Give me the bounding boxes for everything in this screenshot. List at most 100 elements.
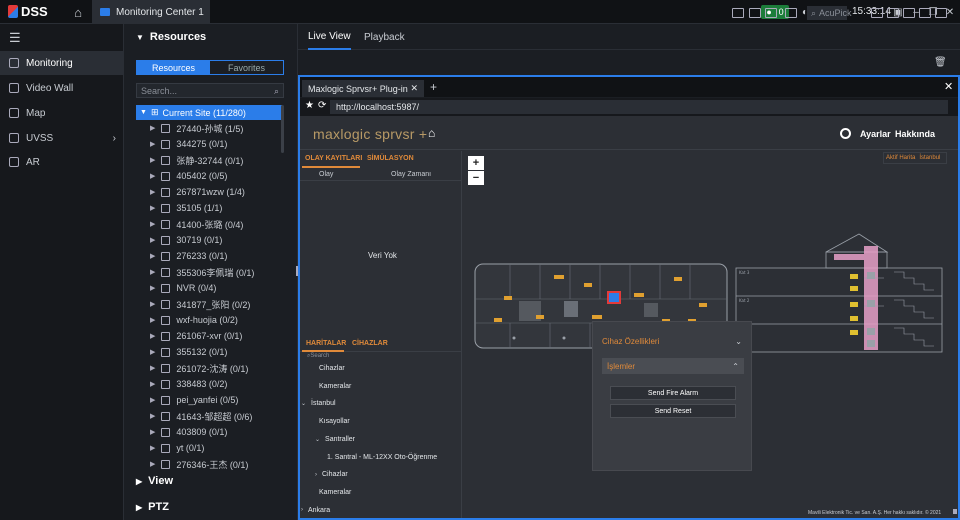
send-reset-button[interactable]: Send Reset (610, 404, 736, 418)
tree-node[interactable]: ▶ 276233 (0/1) (150, 249, 227, 263)
map-tree-item[interactable]: 1. Santral - ML-12XX Oto-Öğrenme (327, 454, 437, 461)
trash-icon[interactable]: 🗑 (934, 57, 947, 68)
app-tab-monitoring-center[interactable]: Monitoring Center 1 (92, 0, 210, 24)
tree-node[interactable]: ▶ 344275 (0/1) (150, 137, 227, 151)
tag-icon[interactable] (749, 8, 761, 18)
device-group-icon (161, 155, 171, 165)
tree-node[interactable]: ▶ 41643-邹超超 (0/6) (150, 409, 252, 423)
map-tree-item[interactable]: ⌄ İstanbul (301, 400, 336, 407)
tree-node[interactable]: ▶ 30719 (0/1) (150, 233, 222, 247)
tree-node[interactable]: ▶ 405402 (0/5) (150, 169, 227, 183)
close-browser-icon[interactable]: ✕ (944, 80, 953, 93)
col-olay: Olay (319, 171, 334, 178)
tree-node-label: 338483 (0/2) (176, 379, 228, 389)
tree-node[interactable]: ▶ 27440-孙城 (1/5) (150, 121, 243, 135)
istanbul-link[interactable]: İstanbul (919, 155, 940, 161)
tree-node[interactable]: ▶ yt (0/1) (150, 441, 204, 455)
send-fire-alarm-button[interactable]: Send Fire Alarm (610, 386, 736, 400)
nav-item-ar[interactable]: AR (0, 150, 124, 174)
zoom-in-button[interactable]: + (468, 156, 484, 170)
about-link[interactable]: Hakkında (895, 129, 935, 139)
tree-node[interactable]: ▶ 267871wzw (1/4) (150, 185, 245, 199)
star-icon[interactable]: ★ (305, 100, 314, 111)
layout-4-icon[interactable] (871, 8, 883, 18)
nav-item-map[interactable]: Map (0, 101, 124, 125)
reload-icon[interactable]: ⟳ (318, 100, 326, 111)
tree-node[interactable]: ▶ wxf-huojia (0/2) (150, 313, 238, 327)
new-tab-icon[interactable]: + (430, 80, 437, 94)
close-tab-icon[interactable]: ✕ (410, 83, 418, 94)
view-title: View (148, 475, 174, 487)
tree-node[interactable]: ▶ 338483 (0/2) (150, 377, 227, 391)
tree-node-current-site[interactable]: ▼ ⊞ Current Site (11/280) (136, 105, 282, 120)
layout-6-icon[interactable] (887, 8, 899, 18)
tab-resources[interactable]: Resources (137, 61, 210, 74)
power-icon[interactable] (840, 128, 851, 139)
tree-node[interactable]: ▶ 41400-张璐 (0/4) (150, 217, 243, 231)
tab-live-view[interactable]: Live View (308, 24, 351, 50)
resources-header[interactable]: ▼ Resources (136, 31, 206, 43)
tree-scrollbar[interactable] (281, 105, 284, 153)
home-icon[interactable]: ⌂ (66, 3, 90, 21)
tree-node[interactable]: ▶ 35105 (1/1) (150, 201, 222, 215)
map-tree-label: İstanbul (311, 400, 336, 408)
nav-item-uvss[interactable]: UVSS › (0, 126, 124, 150)
map-tree-item[interactable]: › Ankara (301, 507, 330, 514)
settings-link[interactable]: Ayarlar (860, 129, 891, 139)
url-input[interactable]: http://localhost:5987/ (330, 100, 948, 114)
ptz-header[interactable]: ▶ PTZ (136, 501, 169, 513)
tab-favorites[interactable]: Favorites (210, 61, 283, 74)
map-tree-item[interactable]: Kısayollar (319, 418, 350, 425)
map-tree-item[interactable]: Kameralar (319, 489, 351, 496)
tree-node[interactable]: ▶ 276346-王杰 (0/1) (150, 457, 248, 471)
resources-search-input[interactable]: Search... ⌕ (136, 83, 284, 98)
tree-node[interactable]: ▶ 261067-xvr (0/1) (150, 329, 242, 343)
tab-cihazlar[interactable]: CİHAZLAR (352, 340, 388, 347)
view-header[interactable]: ▶ View (136, 475, 173, 487)
search-icon[interactable]: ⌕ (274, 86, 279, 97)
save-icon[interactable] (765, 8, 777, 18)
map-tree-label: Santraller (325, 435, 355, 443)
tree-node[interactable]: ▶ 张静-32744 (0/1) (150, 153, 243, 167)
tab-playback[interactable]: Playback (364, 24, 405, 50)
nav-item-monitoring[interactable]: Monitoring (0, 51, 124, 75)
map-tree-item[interactable]: Kameralar (319, 383, 351, 390)
browser-tab[interactable]: Maxlogic Sprvsr+ Plug-in ✕ (302, 80, 424, 97)
nav-item-video-wall[interactable]: Video Wall (0, 76, 124, 100)
map-search-input[interactable]: ⌕Search (300, 353, 462, 364)
tree-node[interactable]: ▶ 261072-沈涛 (0/1) (150, 361, 248, 375)
tree-node[interactable]: ▶ 341877_张阳 (0/2) (150, 297, 250, 311)
zoom-out-button[interactable]: − (468, 171, 484, 185)
actions-header[interactable]: İşlemler ⌃ (602, 358, 744, 374)
alarm-count: 0 (778, 7, 784, 17)
tree-node[interactable]: ▶ 355132 (0/1) (150, 345, 227, 359)
fullscreen-icon[interactable] (935, 8, 947, 18)
tab-simulasyon[interactable]: SİMÜLASYON (367, 155, 414, 162)
active-map-link[interactable]: Aktif Harita (886, 155, 915, 161)
device-properties-header[interactable]: Cihaz Özellikleri ⌄ (598, 333, 746, 349)
hamburger-menu-icon[interactable]: ☰ (9, 30, 21, 46)
chevron-down-icon: ⌄ (735, 336, 742, 346)
caret-right-icon: ▶ (150, 397, 156, 404)
caret-down-icon: ▼ (136, 32, 144, 42)
tree-node[interactable]: ▶ 403809 (0/1) (150, 425, 227, 439)
tree-node[interactable]: ▶ 355306李佩瑞 (0/1) (150, 265, 254, 279)
layout-9-icon[interactable] (903, 8, 915, 18)
acupick-button[interactable]: ⌕ AcuPick (807, 6, 852, 20)
tree-node[interactable]: ▶ pei_yanfei (0/5) (150, 393, 238, 407)
resize-handle[interactable] (953, 509, 957, 514)
tab-haritalar[interactable]: HARİTALAR (306, 340, 346, 347)
screen-icon[interactable] (732, 8, 744, 18)
copy-icon[interactable] (785, 8, 797, 18)
tree-node-label: 276233 (0/1) (176, 251, 228, 261)
tab-olay-kayitlari[interactable]: OLAY KAYITLARI (305, 155, 362, 162)
home-icon[interactable]: ⌂ (428, 126, 435, 140)
tree-node-label: 267871wzw (1/4) (176, 187, 245, 197)
fit-icon[interactable] (919, 8, 931, 18)
search-placeholder: Search... (141, 85, 178, 96)
map-tree-item[interactable]: Cihazlar (319, 365, 345, 372)
tree-node[interactable]: ▶ NVR (0/4) (150, 281, 216, 295)
map-tree-item[interactable]: ⌄ Santraller (315, 436, 355, 443)
resources-title: Resources (149, 31, 207, 43)
map-tree-item[interactable]: › Cihazlar (315, 471, 348, 478)
